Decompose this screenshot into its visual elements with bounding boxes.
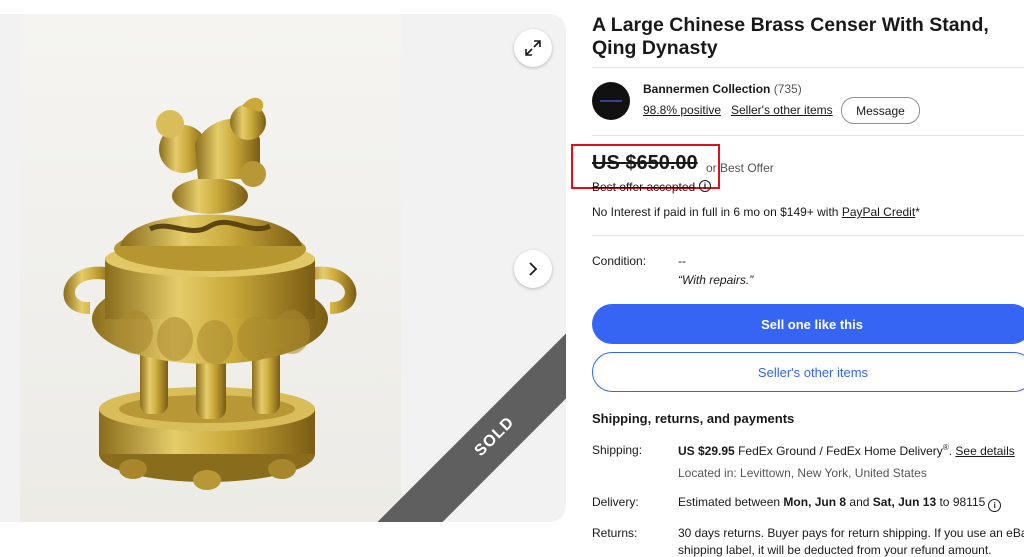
- shipping-price: US $29.95: [678, 444, 735, 458]
- paypal-credit-link[interactable]: PayPal Credit: [842, 205, 915, 219]
- sell-one-like-this-button[interactable]: Sell one like this: [592, 304, 1024, 344]
- shipping-label: Shipping:: [592, 443, 643, 457]
- delivery-end: Sat, Jun 13: [872, 495, 937, 509]
- shipping-heading: Shipping, returns, and payments: [592, 411, 795, 426]
- delivery-start: Mon, Jun 8: [783, 495, 847, 509]
- divider: [592, 135, 1024, 136]
- seller-feedback-link[interactable]: 98.8% positive: [643, 103, 721, 117]
- shipping-info: US $29.95 FedEx Ground / FedEx Home Deli…: [678, 443, 1015, 458]
- sellers-other-items-button[interactable]: Seller's other items: [592, 352, 1024, 392]
- delivery-zip: to 98115: [936, 495, 986, 509]
- delivery-label: Delivery:: [592, 495, 639, 509]
- info-icon[interactable]: i: [699, 180, 711, 192]
- delivery-estimate: Estimated between Mon, Jun 8 and Sat, Ju…: [678, 495, 1002, 512]
- price: US $650.00: [592, 152, 698, 174]
- condition-note: “With repairs.”: [678, 273, 754, 287]
- seller-avatar[interactable]: [592, 82, 630, 120]
- chevron-right-icon: [529, 262, 538, 276]
- separator: ·: [718, 103, 722, 117]
- condition-value: --: [678, 254, 686, 268]
- avatar-logo: [600, 100, 622, 102]
- registered-mark: ®: [942, 443, 949, 452]
- shipping-method: FedEx Ground / FedEx Home Delivery: [738, 444, 943, 458]
- returns-policy: 30 days returns. Buyer pays for return s…: [678, 526, 1024, 540]
- see-details-link[interactable]: See details: [955, 444, 1014, 458]
- seller-other-items-link[interactable]: Seller's other items: [731, 103, 833, 117]
- product-photo[interactable]: [20, 14, 401, 522]
- seller-name-text: Bannermen Collection: [643, 82, 771, 96]
- best-offer-label: or Best Offer: [706, 161, 774, 175]
- seller-name[interactable]: Bannermen Collection (735): [643, 82, 802, 96]
- message-button[interactable]: Message: [841, 97, 920, 124]
- expand-button[interactable]: [514, 29, 552, 67]
- delivery-prefix: Estimated between: [678, 495, 784, 509]
- divider: [592, 235, 1024, 236]
- item-location: Located in: Levittown, New York, United …: [678, 466, 927, 480]
- financing-asterisk: *: [915, 205, 920, 219]
- image-gallery: SOLD: [0, 14, 566, 522]
- condition-label: Condition:: [592, 254, 647, 268]
- best-offer-accepted: Best offer accepted: [592, 180, 696, 194]
- returns-policy-continued: shipping label, it will be deducted from…: [678, 543, 992, 557]
- divider: [592, 67, 1024, 68]
- brass-censer-image: [20, 14, 401, 522]
- financing-info: No Interest if paid in full in 6 mo on $…: [592, 205, 920, 219]
- info-icon[interactable]: i: [988, 499, 1002, 512]
- expand-icon: [525, 40, 541, 56]
- next-image-button[interactable]: [514, 250, 552, 288]
- listing-panel: A Large Chinese Brass Censer With Stand,…: [571, 0, 1024, 557]
- seller-feedback-count: (735): [773, 82, 802, 96]
- returns-label: Returns:: [592, 526, 638, 540]
- financing-text: No Interest if paid in full in 6 mo on $…: [592, 205, 842, 219]
- listing-title: A Large Chinese Brass Censer With Stand,…: [592, 14, 989, 59]
- delivery-and: and: [846, 495, 873, 509]
